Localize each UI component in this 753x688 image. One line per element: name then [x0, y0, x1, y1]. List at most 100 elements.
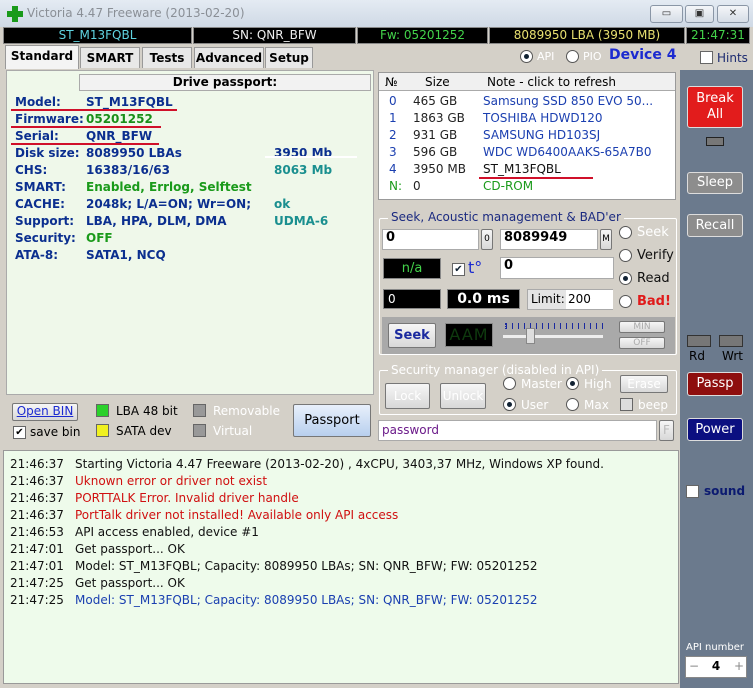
power-button[interactable]: Power [687, 418, 743, 441]
close-button[interactable]: ✕ [717, 5, 749, 23]
hints-checkbox[interactable] [700, 51, 713, 64]
recall-button[interactable]: Recall [687, 214, 743, 237]
log-time: 21:46:37 [10, 474, 64, 488]
user-radio[interactable] [503, 398, 516, 411]
tab-tests[interactable]: Tests [142, 47, 192, 68]
slider-ticks [505, 323, 605, 329]
drive-note: SAMSUNG HD103SJ [483, 128, 601, 142]
drive-size: 465 GB [413, 94, 458, 108]
start-reset-button[interactable]: 0 [481, 229, 493, 250]
unlock-button[interactable]: Unlock [440, 383, 486, 409]
break-all-button[interactable]: Break All [687, 86, 743, 128]
lock-button[interactable]: Lock [385, 383, 430, 409]
mode-read-radio[interactable] [619, 272, 632, 285]
api-number-stepper[interactable]: − 4 + [685, 656, 747, 678]
api-label: API [537, 50, 555, 63]
pio-radio[interactable] [566, 50, 579, 63]
value-input[interactable]: 0 [500, 257, 614, 279]
end-lba-input[interactable]: 8089949 [500, 229, 598, 250]
beep-checkbox[interactable] [620, 398, 633, 411]
log-message: API access enabled, device #1 [75, 525, 259, 539]
drive-row[interactable]: 2 931 GB SAMSUNG HD103SJ [379, 128, 675, 145]
drive-row[interactable]: 0 465 GB Samsung SSD 850 EVO 50... [379, 94, 675, 111]
save-bin-checkbox[interactable]: ✔ [13, 426, 26, 439]
increment-button[interactable]: + [734, 659, 744, 673]
high-radio[interactable] [566, 377, 579, 390]
mode-bad-radio[interactable] [619, 295, 632, 308]
drive-number: 0 [389, 94, 397, 108]
save-bin-label: save bin [30, 425, 81, 439]
drive-note: ST_M13FQBL [483, 162, 561, 176]
log-line: 21:46:37 Starting Victoria 4.47 Freeware … [10, 457, 604, 474]
pio-label: PIO [583, 50, 602, 63]
log-time: 21:46:37 [10, 491, 64, 505]
seek-button[interactable]: Seek [388, 323, 436, 348]
firmware-underline [11, 126, 161, 128]
maximize-button[interactable]: ▣ [685, 5, 714, 23]
passport-label: CHS: [15, 163, 48, 177]
drive-list[interactable]: № Size Note - click to refresh 0 465 GB … [378, 72, 676, 200]
log-line: 21:46:37 Uknown error or driver not exist [10, 474, 267, 491]
drive-note: CD-ROM [483, 179, 534, 193]
drive-number: 4 [389, 162, 397, 176]
col-size[interactable]: Size [425, 75, 450, 89]
clock-cell: 21:47:31 [686, 27, 750, 44]
drive-number: 3 [389, 145, 397, 159]
col-number[interactable]: № [385, 75, 397, 89]
min-button[interactable]: MIN [619, 321, 665, 333]
passport-value: OFF [86, 231, 113, 245]
log-line: 21:47:01 Model: ST_M13FQBL; Capacity: 808… [10, 559, 538, 576]
start-lba-input[interactable]: 0 [382, 229, 479, 250]
sleep-button[interactable]: Sleep [687, 172, 743, 194]
passport-label: Firmware: [15, 112, 84, 126]
passport-button[interactable]: Passport [293, 404, 371, 437]
sound-checkbox[interactable] [686, 485, 699, 498]
passport-label: Model: [15, 95, 61, 109]
api-radio[interactable] [520, 50, 533, 63]
tab-smart[interactable]: SMART [80, 47, 140, 68]
aam-slider-track[interactable] [503, 335, 603, 338]
tab-advanced[interactable]: Advanced [194, 47, 264, 68]
drive-row[interactable]: 3 596 GB WDC WD6400AAKS-65A7B0 [379, 145, 675, 162]
end-max-button[interactable]: M [600, 229, 612, 250]
title-bar: Victoria 4.47 Freeware (2013-02-20) ▭ ▣ … [0, 0, 753, 27]
hints-label: Hints [717, 51, 748, 65]
minimize-button[interactable]: ▭ [650, 5, 683, 23]
decrement-button[interactable]: − [689, 659, 699, 673]
passp-button[interactable]: Passp [687, 372, 743, 396]
user-label: User [521, 398, 549, 412]
col-note[interactable]: Note - click to refresh [487, 75, 616, 89]
api-number-label: API number [686, 642, 745, 653]
window-title: Victoria 4.47 Freeware (2013-02-20) [27, 6, 245, 20]
passport-value: LBA, HPA, DLM, DMA [86, 214, 227, 228]
drive-number: N: [389, 179, 403, 193]
mode-verify-radio[interactable] [619, 249, 632, 262]
removable-label: Removable [213, 404, 281, 418]
open-bin-button[interactable]: Open BIN [12, 403, 78, 421]
tab-standard[interactable]: Standard [5, 45, 79, 69]
limit-input[interactable]: 200 [566, 290, 613, 309]
max-radio[interactable] [566, 398, 579, 411]
log-time: 21:46:37 [10, 508, 64, 522]
drive-row[interactable]: 1 1863 GB TOSHIBA HDWD120 [379, 111, 675, 128]
drive-size: 0 [413, 179, 421, 193]
log-time: 21:47:01 [10, 542, 64, 556]
log-message: Model: ST_M13FQBL; Capacity: 8089950 LBA… [75, 593, 538, 607]
mode-seek-radio[interactable] [619, 226, 632, 239]
serial-cell: SN: QNR_BFW [193, 27, 356, 44]
off-button[interactable]: OFF [619, 337, 665, 349]
tab-setup[interactable]: Setup [265, 47, 313, 68]
master-label: Master [521, 377, 562, 391]
drive-row[interactable]: N: 0 CD-ROM [379, 179, 675, 196]
device-label: Device 4 [609, 47, 677, 63]
aam-slider-thumb[interactable] [525, 328, 535, 344]
password-input[interactable]: password [378, 420, 657, 441]
sata-indicator [96, 424, 109, 437]
passport-label: CACHE: [15, 197, 65, 211]
erase-button[interactable]: Erase [620, 375, 668, 393]
master-radio[interactable] [503, 377, 516, 390]
f-button[interactable]: F [659, 420, 674, 441]
passport-header: Drive passport: [79, 74, 371, 91]
api-number-value[interactable]: 4 [707, 659, 725, 673]
temp-checkbox[interactable]: ✔ [452, 263, 465, 276]
